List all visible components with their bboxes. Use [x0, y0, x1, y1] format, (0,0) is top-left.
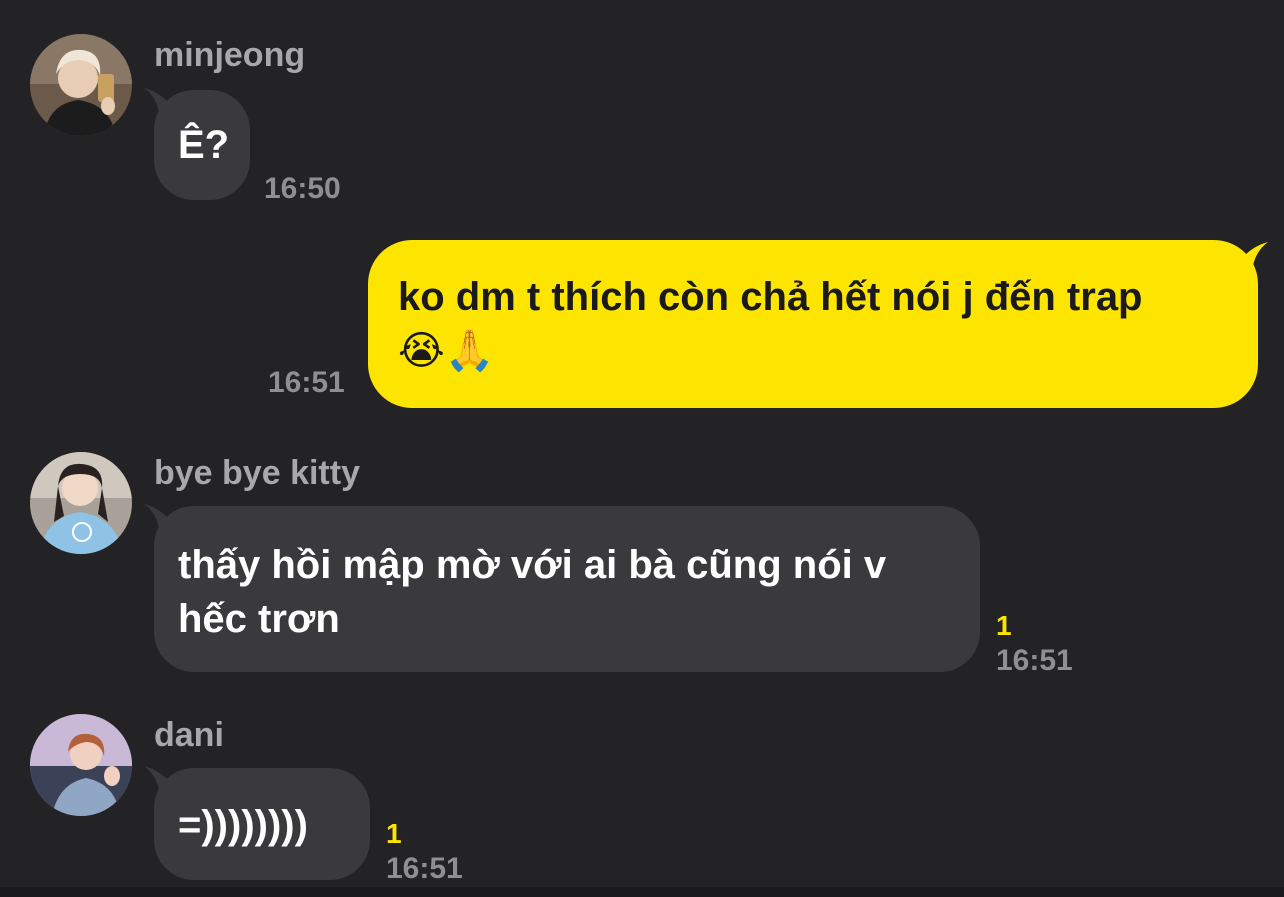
- message-time: 16:51: [268, 366, 345, 399]
- sender-name: dani: [154, 716, 224, 754]
- message-time: 16:51: [996, 644, 1073, 677]
- message-text: thấy hồi mập mờ với ai bà cũng nói v: [178, 543, 887, 587]
- person-selfie-avatar-icon: [30, 34, 132, 136]
- emoji-crying-praying: 😭🙏: [398, 328, 495, 374]
- message-text: ko dm t thích còn chả hết nói j đến trap: [398, 275, 1143, 319]
- person-blue-shirt-avatar-icon: [30, 452, 132, 554]
- bubble-tail: [1238, 242, 1268, 272]
- message-bubble[interactable]: =)))))))): [144, 766, 370, 880]
- message-text: =)))))))): [178, 803, 308, 847]
- bottom-edge: [0, 887, 1284, 897]
- bubble-tail: [144, 504, 174, 534]
- person-waving-avatar-icon: [30, 714, 132, 816]
- message-bubble[interactable]: thấy hồi mập mờ với ai bà cũng nói v hếc…: [144, 504, 980, 672]
- bubble-tail: [144, 88, 174, 118]
- avatar-minjeong[interactable]: [30, 34, 132, 136]
- avatar-dani[interactable]: [30, 714, 132, 816]
- unread-count: 1: [996, 610, 1012, 641]
- chat-thread: minjeong Ê? 16:50 16:51 ko dm t thích cò…: [0, 0, 1284, 897]
- sender-name: minjeong: [154, 36, 306, 74]
- message-text: hếc trơn: [178, 597, 340, 641]
- message-bubble[interactable]: Ê?: [144, 88, 250, 200]
- message-time: 16:51: [386, 852, 463, 885]
- bubble-tail: [144, 766, 174, 796]
- sender-name: bye bye kitty: [154, 454, 360, 492]
- unread-count: 1: [386, 818, 402, 849]
- message-time: 16:50: [264, 172, 341, 205]
- my-message-bubble[interactable]: ko dm t thích còn chả hết nói j đến trap…: [368, 240, 1268, 408]
- message-text: Ê?: [178, 123, 230, 167]
- avatar-bye-bye-kitty[interactable]: [30, 452, 132, 554]
